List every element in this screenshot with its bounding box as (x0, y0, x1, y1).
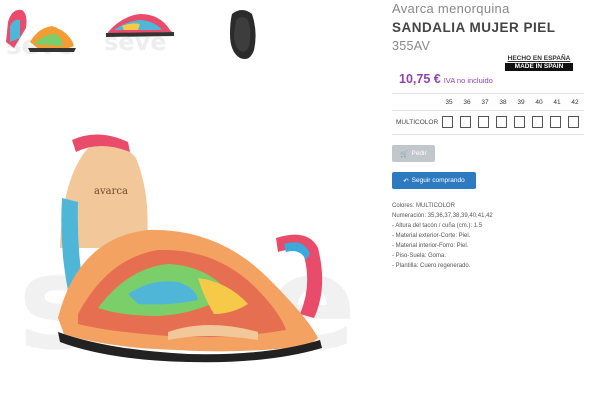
product-thumbnail-sole[interactable] (212, 2, 272, 64)
main-product-image: seve avarca (18, 118, 363, 379)
price-row: 10,75 € IVA no incluido (399, 72, 493, 86)
size-label: 42 (571, 99, 579, 106)
size-label: 38 (499, 99, 507, 106)
divider (392, 93, 584, 94)
size-39-checkbox[interactable] (514, 116, 525, 128)
made-in-spain-badge: HECHO EN ESPAÑA MADE IN SPAIN (505, 55, 573, 72)
product-title: SANDALIA MUJER PIEL (392, 20, 556, 35)
description-line: - Altura del tacón / cuña (cm.): 1.5 (392, 223, 483, 229)
description-line: Colores: MULTICOLOR (392, 203, 455, 209)
size-label: 35 (445, 99, 453, 106)
description-line: - Piso-Suela: Goma. (392, 253, 447, 259)
product-description: Colores: MULTICOLOR Numeración: 35,36,37… (392, 201, 493, 271)
size-label: 40 (535, 99, 543, 106)
vat-note: IVA no incluido (443, 76, 493, 85)
description-line: - Plantilla: Cuero regenerado. (392, 263, 471, 269)
continue-shopping-label: Seguir comprando (411, 177, 465, 184)
product-reference: 355AV (392, 39, 431, 53)
description-line: - Material exterior-Corte: Piel. (392, 233, 471, 239)
color-row-label: MULTICOLOR (396, 119, 439, 126)
back-arrow-icon: ↶ (403, 177, 409, 185)
divider (392, 110, 584, 111)
size-label: 37 (481, 99, 489, 106)
product-thumbnail-pair-front[interactable]: seve (0, 2, 90, 64)
badge-line-1: HECHO EN ESPAÑA (507, 55, 571, 62)
cart-icon: 🛒 (400, 150, 409, 158)
size-label: 36 (463, 99, 471, 106)
divider (392, 134, 584, 135)
badge-line-2: MADE IN SPAIN (505, 63, 573, 71)
size-40-checkbox[interactable] (532, 116, 543, 128)
size-37-checkbox[interactable] (478, 116, 489, 128)
product-thumbnail-side[interactable]: seve (98, 2, 178, 64)
product-subtitle: Avarca menorquina (392, 1, 510, 16)
size-label: 41 (553, 99, 561, 106)
size-38-checkbox[interactable] (496, 116, 507, 128)
size-35-checkbox[interactable] (442, 116, 453, 128)
order-button-label: Pedir (411, 150, 427, 157)
description-line: - Material interior-Forro: Piel. (392, 243, 469, 249)
continue-shopping-button[interactable]: ↶ Seguir comprando (392, 172, 476, 189)
product-price: 10,75 € (399, 72, 441, 86)
order-button[interactable]: 🛒 Pedir (392, 145, 435, 162)
description-line: Numeración: 35,36,37,38,39,40,41,42 (392, 213, 493, 219)
size-36-checkbox[interactable] (460, 116, 471, 128)
size-label: 39 (517, 99, 525, 106)
svg-text:avarca: avarca (94, 186, 128, 197)
size-header-row: 35 36 37 38 39 40 41 42 (440, 99, 584, 106)
size-42-checkbox[interactable] (568, 116, 579, 128)
size-41-checkbox[interactable] (550, 116, 561, 128)
size-quantity-checkboxes (442, 116, 586, 128)
